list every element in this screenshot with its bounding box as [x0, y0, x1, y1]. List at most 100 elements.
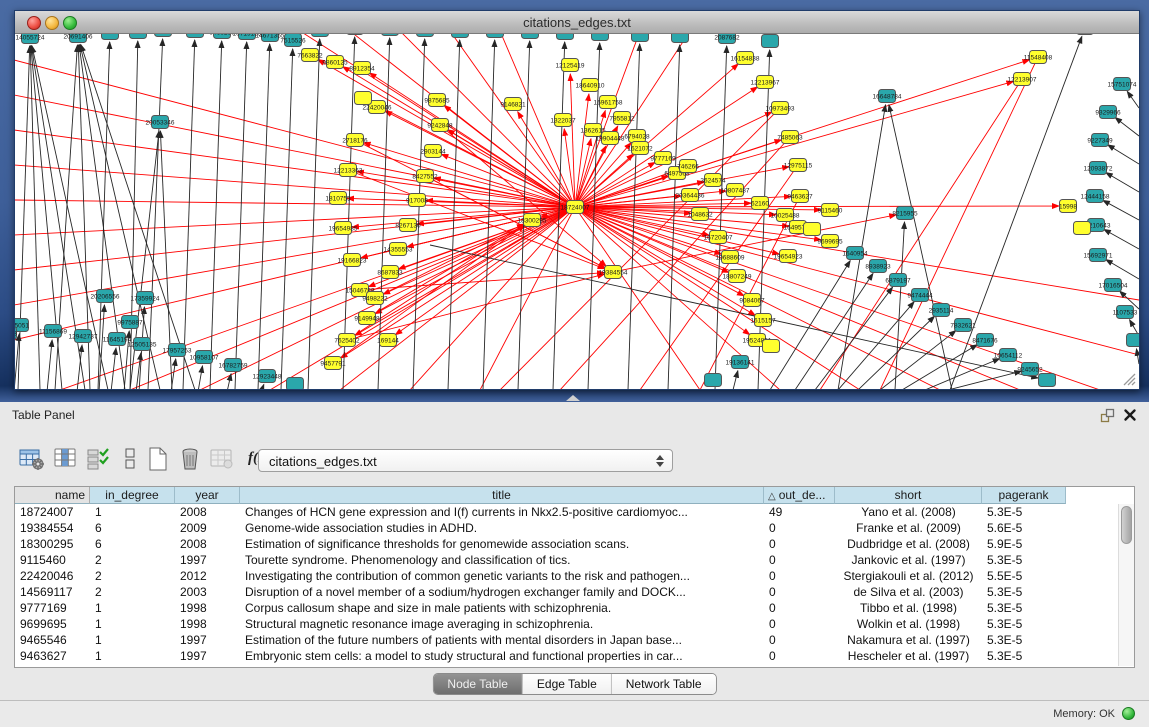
graph-edge — [410, 207, 575, 389]
graph-node-label: 16961758 — [594, 100, 623, 107]
graph-node-label: 1107533 — [1113, 310, 1138, 317]
graph-node[interactable] — [557, 34, 574, 40]
window-resize-grip[interactable] — [1120, 370, 1136, 386]
graph-node[interactable] — [672, 34, 689, 43]
graph-edge — [111, 348, 116, 389]
row-select-icon[interactable] — [85, 446, 113, 474]
graph-node-label: 7485063 — [777, 135, 803, 142]
status-bar: Memory: OK — [0, 700, 1149, 727]
application-window: citations_edges.txt 14055724206914061065… — [0, 0, 1149, 727]
graph-node[interactable] — [312, 34, 329, 37]
table-row[interactable]: 1456911722003Disruption of a novel membe… — [15, 584, 1118, 600]
table-row[interactable]: 977716911998Corpus callosum shape and si… — [15, 600, 1118, 616]
table-row[interactable]: 946362711997Embryonic stem cells: a mode… — [15, 648, 1118, 664]
import-table-icon[interactable] — [208, 446, 236, 474]
graph-node[interactable] — [522, 34, 539, 39]
table-body: 1872400712008Changes of HCN gene express… — [15, 504, 1118, 666]
graph-node[interactable] — [130, 34, 147, 39]
close-panel-icon[interactable] — [1123, 408, 1137, 422]
table-cell: 0 — [764, 600, 835, 616]
graph-node[interactable] — [487, 34, 504, 38]
graph-node[interactable] — [705, 374, 722, 387]
table-row[interactable]: 946554611997Estimation of the future num… — [15, 632, 1118, 648]
table-cell: 14569117 — [15, 584, 90, 600]
table-cell: 18300295 — [15, 536, 90, 552]
graph-node[interactable] — [632, 34, 649, 42]
citation-graph[interactable]: 1405572420691406106532871527600794661601… — [15, 34, 1139, 389]
graph-edge — [258, 44, 270, 389]
float-panel-icon[interactable] — [1100, 408, 1116, 423]
vertical-scrollbar[interactable] — [1118, 504, 1134, 666]
column-header-in_degree[interactable]: in_degree — [90, 487, 175, 504]
graph-node-label: 16720407 — [704, 235, 733, 242]
table-row[interactable]: 1938455462009Genome-wide association stu… — [15, 520, 1118, 536]
graph-node[interactable] — [102, 34, 119, 40]
column-header-short[interactable]: short — [835, 487, 982, 504]
tab-network-table[interactable]: Network Table — [611, 674, 716, 694]
graph-node[interactable] — [382, 34, 399, 36]
graph-node-label: 10807487 — [721, 188, 750, 195]
column-header-name[interactable]: name — [15, 487, 90, 504]
graph-edge — [413, 39, 425, 389]
table-row[interactable]: 1872400712008Changes of HCN gene express… — [15, 504, 1118, 520]
graph-node[interactable] — [452, 34, 469, 38]
attribute-table: namein_degreeyeartitle△out_de...shortpag… — [14, 486, 1135, 668]
column-header-year[interactable]: year — [175, 487, 240, 504]
table-type-tabs: Node TableEdge TableNetwork Table — [432, 673, 716, 695]
graph-node-label: 917008 — [406, 198, 428, 205]
table-row[interactable]: 1830029562008Estimation of significance … — [15, 536, 1118, 552]
network-view-window[interactable]: citations_edges.txt 14055724206914061065… — [14, 10, 1140, 390]
graph-node[interactable] — [763, 340, 780, 353]
rows-icon[interactable] — [116, 446, 144, 474]
column-header-title[interactable]: title — [240, 487, 764, 504]
graph-node-label: 19384554 — [599, 270, 628, 277]
graph-node[interactable] — [1127, 334, 1140, 347]
graph-node-label: 14355553 — [384, 247, 413, 254]
graph-node[interactable] — [355, 92, 372, 105]
graph-node[interactable] — [417, 34, 434, 37]
network-canvas[interactable]: 1405572420691406106532871527600794661601… — [15, 34, 1139, 389]
graph-node[interactable] — [1039, 374, 1056, 387]
table-settings-icon[interactable] — [18, 446, 46, 474]
graph-node[interactable] — [347, 34, 364, 35]
graph-node[interactable] — [804, 223, 821, 236]
table-row[interactable]: 911546021997Tourette syndrome. Phenomeno… — [15, 552, 1118, 568]
new-table-icon[interactable] — [144, 446, 172, 474]
graph-node-label: 8938923 — [865, 264, 891, 271]
graph-node[interactable] — [1077, 34, 1094, 35]
column-header-pagerank[interactable]: pagerank — [982, 487, 1066, 504]
column-header-out_de[interactable]: △out_de... — [764, 487, 835, 504]
column-visibility-icon[interactable] — [52, 446, 80, 474]
graph-edge — [733, 371, 738, 389]
graph-node-label: 15692971 — [1084, 253, 1113, 260]
splitter-handle[interactable] — [566, 395, 580, 401]
tab-edge-table[interactable]: Edge Table — [522, 674, 611, 694]
table-cell: 19384554 — [15, 520, 90, 536]
graph-node[interactable] — [762, 35, 779, 48]
graph-node-label: 9245652 — [1017, 367, 1043, 374]
tab-node-table[interactable]: Node Table — [433, 674, 522, 694]
scrollbar-thumb[interactable] — [1121, 506, 1132, 544]
table-row[interactable]: 2242004622012Investigating the contribut… — [15, 568, 1118, 584]
graph-node-label: 9115460 — [818, 208, 843, 215]
graph-node[interactable] — [592, 34, 609, 41]
table-cell: Tibbo et al. (1998) — [835, 600, 982, 616]
delete-table-icon[interactable] — [176, 446, 204, 474]
network-window-titlebar[interactable]: citations_edges.txt — [15, 11, 1139, 34]
graph-node-label: 7515526 — [280, 38, 306, 45]
graph-node-label: 8912354 — [349, 66, 375, 73]
graph-node[interactable] — [1074, 222, 1091, 235]
graph-node-label: 11548408 — [1024, 55, 1053, 62]
table-cell: Yano et al. (2008) — [835, 504, 982, 520]
graph-edge — [1115, 118, 1139, 136]
table-cell: Corpus callosum shape and size in male p… — [240, 600, 764, 616]
graph-node[interactable] — [287, 378, 304, 390]
graph-node-label: 22420046 — [363, 105, 392, 112]
table-row[interactable]: 969969511998Structural magnetic resonanc… — [15, 616, 1118, 632]
table-cell: Changes of HCN gene expression and I(f) … — [240, 504, 764, 520]
table-select-value: citations_edges.txt — [269, 454, 377, 469]
graph-node-label: 9777169 — [650, 156, 676, 163]
table-select-dropdown[interactable]: citations_edges.txt — [258, 449, 673, 472]
table-header-row: namein_degreeyeartitle△out_de...shortpag… — [15, 487, 1118, 504]
graph-node-label: 8267130 — [395, 223, 421, 230]
